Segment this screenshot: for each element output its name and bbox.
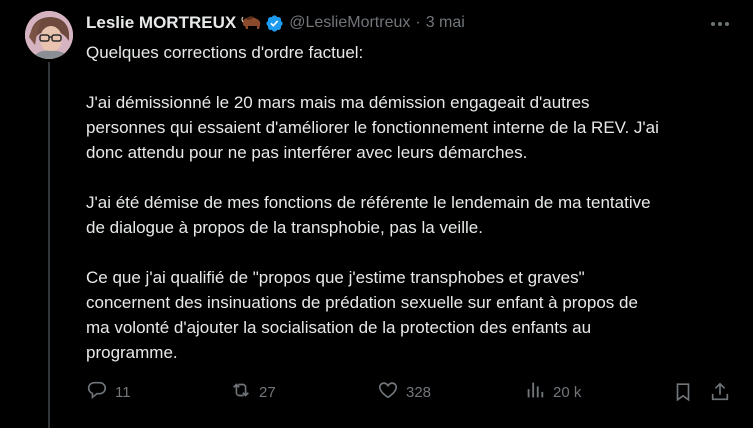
repost-count: 27 [259,383,276,401]
views-count: 20 k [553,383,582,401]
text-line: Quelques corrections d'ordre factuel: [86,43,364,62]
views-icon [524,379,546,405]
heart-icon [377,379,399,405]
share-icon[interactable] [709,379,731,405]
repost-icon [230,379,252,405]
verified-badge-icon[interactable] [265,14,284,33]
avatar[interactable] [25,11,73,59]
text-line: ma volonté d'ajouter la socialisation de… [86,318,592,337]
tweet-header: Leslie MORTREUX @LeslieMortreux · 3 mai [86,12,465,34]
bison-icon [240,15,262,31]
text-line: Ce que j'ai qualifié de "propos que j'es… [86,268,585,287]
tweet-paragraph: Ce que j'ai qualifié de "propos que j'es… [86,265,736,365]
text-line: concernent des insinuations de prédation… [86,293,638,312]
tweet-paragraph: J'ai été démise de mes fonctions de réfé… [86,190,736,240]
text-line: J'ai démissionné le 20 mars mais ma démi… [86,93,590,112]
reply-count: 11 [115,383,131,401]
text-line: programme. [86,343,178,362]
thread-line [48,62,50,428]
tweet-paragraph: J'ai démissionné le 20 mars mais ma démi… [86,90,736,165]
tweet-card[interactable]: Leslie MORTREUX @LeslieMortreux · 3 mai [0,0,753,428]
tweet-paragraph: Quelques corrections d'ordre factuel: [86,40,736,65]
more-dots-icon[interactable] [708,12,732,36]
like-button[interactable]: 328 [377,379,431,405]
views-button[interactable]: 20 k [524,379,581,405]
bookmark-icon[interactable] [672,379,694,405]
text-line: personnes qui essaient d'améliorer le fo… [86,118,659,137]
tweet-text: Quelques corrections d'ordre factuel: J'… [86,40,736,365]
repost-button[interactable]: 27 [230,379,276,405]
separator-dot: · [415,14,421,31]
text-line: de dialogue à propos de la transphobie, … [86,218,483,237]
author-handle[interactable]: @LeslieMortreux [289,14,410,32]
tweet-date[interactable]: 3 mai [426,14,465,32]
reply-button[interactable]: 11 [86,379,131,405]
reply-icon [86,379,108,405]
author-name[interactable]: Leslie MORTREUX [86,13,236,33]
text-line: donc attendu pour ne pas interférer avec… [86,143,528,162]
like-count: 328 [406,383,432,401]
text-line: J'ai été démise de mes fonctions de réfé… [86,193,651,212]
